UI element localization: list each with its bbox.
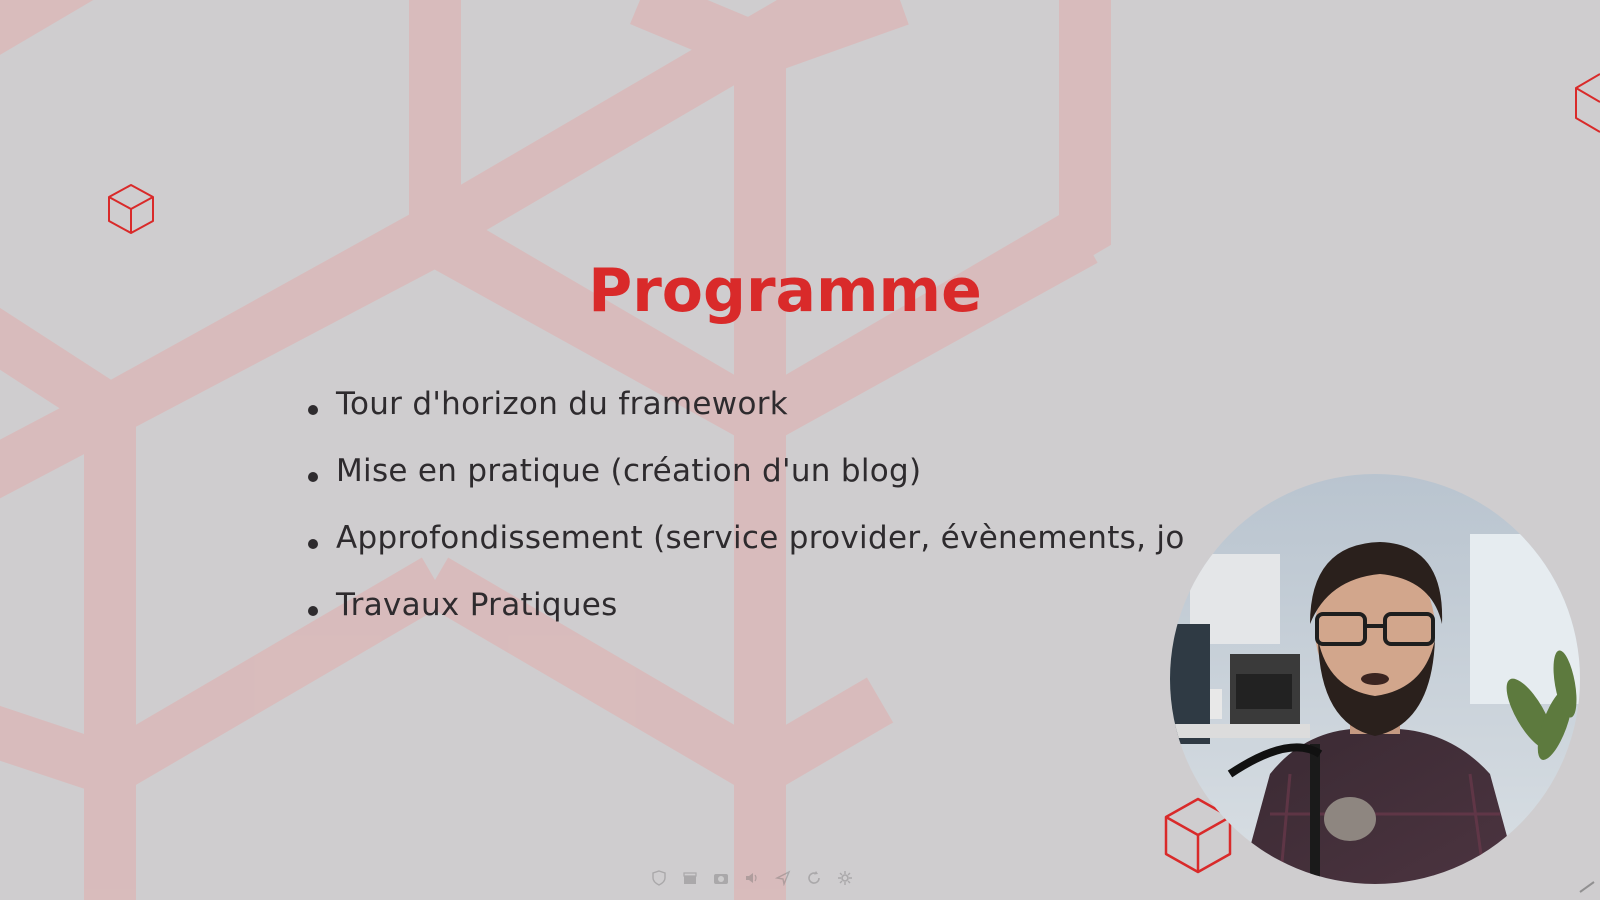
- settings-icon[interactable]: [836, 870, 853, 887]
- slide-title-text: Programme: [588, 256, 982, 326]
- bullet-text: Travaux Pratiques: [336, 587, 618, 623]
- bullet-text: Tour d'horizon du framework: [336, 386, 789, 422]
- bullet-point-icon: [308, 472, 318, 482]
- cube-outline-icon: [108, 184, 154, 234]
- volume-icon[interactable]: [743, 870, 760, 887]
- presenter-video-frame: [1170, 474, 1580, 884]
- camera-icon[interactable]: [712, 870, 729, 887]
- bullet-point-icon: [308, 606, 318, 616]
- refresh-icon[interactable]: [805, 870, 822, 887]
- bullet-point-icon: [308, 405, 318, 415]
- cube-outline-icon: [1575, 73, 1600, 133]
- pin-icon[interactable]: [774, 870, 791, 887]
- bullet-text: Mise en pratique (création d'un blog): [336, 453, 922, 489]
- clapperboard-icon[interactable]: [681, 870, 698, 887]
- presenter-webcam: [1170, 474, 1580, 884]
- bullet-point-icon: [308, 539, 318, 549]
- bullet-text: Approfondissement (service provider, évè…: [336, 520, 1185, 556]
- shield-icon[interactable]: [650, 870, 667, 887]
- slide-title: Programme: [0, 256, 1600, 326]
- presentation-controls: [650, 868, 853, 888]
- presentation-slide: Programme Tour d'horizon du framework Mi…: [0, 0, 1600, 900]
- corner-arrow-icon[interactable]: [1574, 878, 1596, 898]
